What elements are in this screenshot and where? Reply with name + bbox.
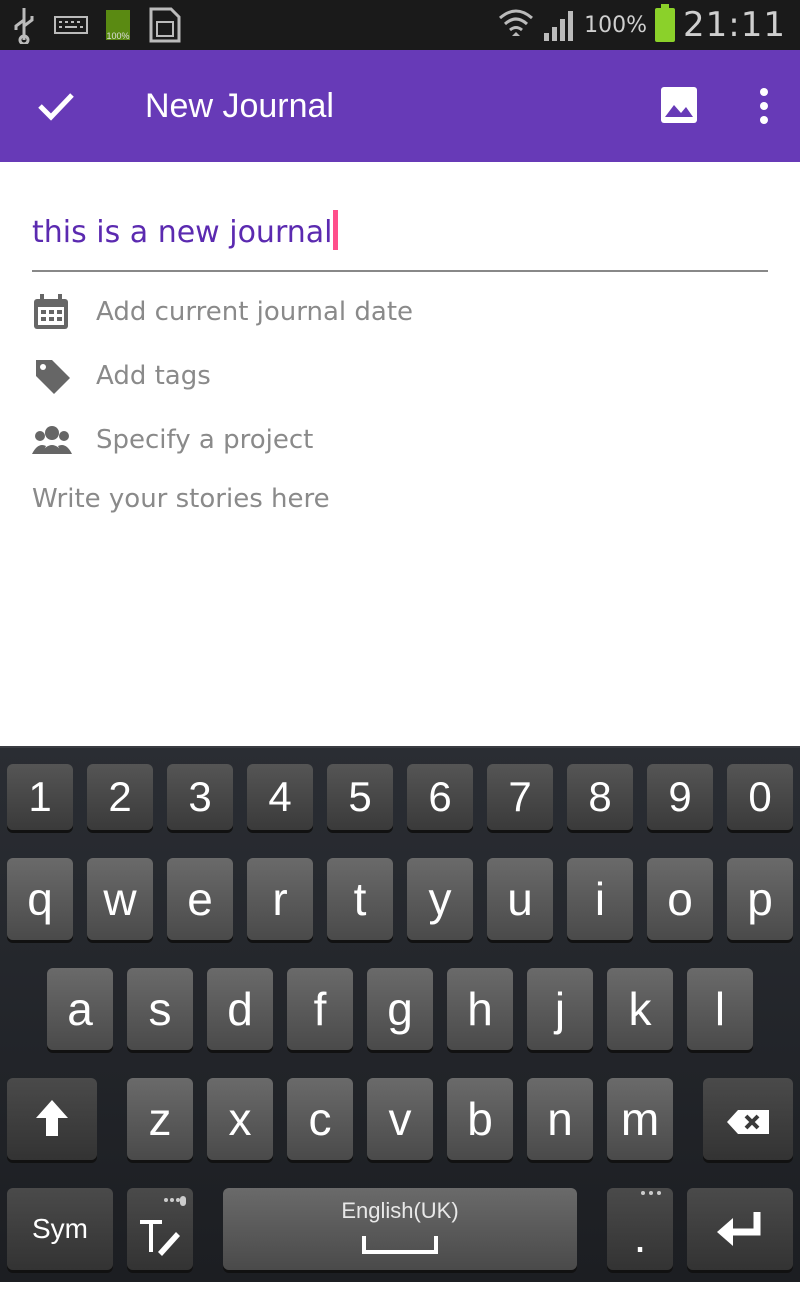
wifi-icon [499, 9, 534, 36]
status-left-icons: 100% [12, 6, 182, 44]
page-title: New Journal [145, 87, 334, 125]
image-icon[interactable] [660, 86, 698, 124]
key-u[interactable]: u [487, 858, 553, 940]
key-a[interactable]: a [47, 968, 113, 1050]
key-t[interactable]: t [327, 858, 393, 940]
tag-icon [32, 356, 80, 396]
key-6[interactable]: 6 [407, 764, 473, 830]
sd-card-icon [149, 7, 181, 43]
backspace-icon [727, 1110, 769, 1134]
key-b[interactable]: b [447, 1078, 513, 1160]
check-icon[interactable] [36, 86, 76, 126]
key-l[interactable]: l [687, 968, 753, 1050]
key-r[interactable]: r [247, 858, 313, 940]
story-input[interactable]: Write your stories here [32, 484, 330, 514]
clock: 21:11 [683, 5, 786, 45]
key-o[interactable]: o [647, 858, 713, 940]
more-dots-icon [641, 1191, 661, 1195]
shift-arrow-icon [36, 1100, 68, 1136]
key-y[interactable]: y [407, 858, 473, 940]
add-tags-row[interactable]: Add tags [32, 356, 211, 396]
key-x[interactable]: x [207, 1078, 273, 1160]
period-key[interactable]: . [607, 1188, 673, 1270]
soft-keyboard: 1 2 3 4 5 6 7 8 9 0 q w e r t y u i o p … [0, 746, 800, 1282]
journal-title-value: this is a new journal [32, 215, 333, 250]
space-language-label: English(UK) [341, 1198, 459, 1223]
key-8[interactable]: 8 [567, 764, 633, 830]
more-options-icon[interactable] [752, 86, 776, 126]
key-4[interactable]: 4 [247, 764, 313, 830]
enter-icon [717, 1212, 761, 1246]
specify-project-label: Specify a project [96, 425, 314, 455]
key-v[interactable]: v [367, 1078, 433, 1160]
key-w[interactable]: w [87, 858, 153, 940]
key-d[interactable]: d [207, 968, 273, 1050]
shift-key[interactable] [7, 1078, 97, 1160]
key-k[interactable]: k [607, 968, 673, 1050]
text-tool-key[interactable] [127, 1188, 193, 1270]
key-e[interactable]: e [167, 858, 233, 940]
usb-icon [14, 8, 34, 44]
app-bar: New Journal [0, 50, 800, 162]
key-h[interactable]: h [447, 968, 513, 1050]
people-icon [32, 420, 80, 460]
space-bar-key[interactable]: English(UK) [223, 1188, 577, 1270]
key-1[interactable]: 1 [7, 764, 73, 830]
status-bar: 100% 100% 21:11 [0, 0, 800, 50]
key-f[interactable]: f [287, 968, 353, 1050]
sym-key[interactable]: Sym [7, 1188, 113, 1270]
keyboard-icon [54, 16, 88, 34]
key-5[interactable]: 5 [327, 764, 393, 830]
backspace-key[interactable] [703, 1078, 793, 1160]
key-7[interactable]: 7 [487, 764, 553, 830]
key-s[interactable]: s [127, 968, 193, 1050]
journal-title-input[interactable]: this is a new journal [32, 210, 768, 272]
key-z[interactable]: z [127, 1078, 193, 1160]
key-g[interactable]: g [367, 968, 433, 1050]
space-icon [362, 1236, 438, 1254]
key-p[interactable]: p [727, 858, 793, 940]
battery-full-label: 100% [106, 31, 130, 41]
battery-percent: 100% [584, 12, 648, 38]
battery-icon [655, 4, 676, 42]
enter-key[interactable] [687, 1188, 793, 1270]
key-2[interactable]: 2 [87, 764, 153, 830]
add-date-label: Add current journal date [96, 297, 414, 327]
specify-project-row[interactable]: Specify a project [32, 420, 313, 460]
key-3[interactable]: 3 [167, 764, 233, 830]
key-9[interactable]: 9 [647, 764, 713, 830]
key-c[interactable]: c [287, 1078, 353, 1160]
key-0[interactable]: 0 [727, 764, 793, 830]
add-date-row[interactable]: Add current journal date [32, 292, 413, 332]
text-caret [333, 210, 339, 250]
period-label: . [633, 1210, 647, 1262]
journal-editor: this is a new journal Add current journa… [0, 162, 800, 746]
key-m[interactable]: m [607, 1078, 673, 1160]
key-n[interactable]: n [527, 1078, 593, 1160]
battery-full-icon: 100% [106, 10, 130, 41]
key-j[interactable]: j [527, 968, 593, 1050]
calendar-icon [32, 292, 80, 332]
key-i[interactable]: i [567, 858, 633, 940]
key-q[interactable]: q [7, 858, 73, 940]
signal-icon [544, 11, 574, 41]
status-right-icons: 100% 21:11 [498, 4, 786, 46]
add-tags-label: Add tags [96, 361, 211, 391]
text-edit-icon [140, 1196, 186, 1256]
